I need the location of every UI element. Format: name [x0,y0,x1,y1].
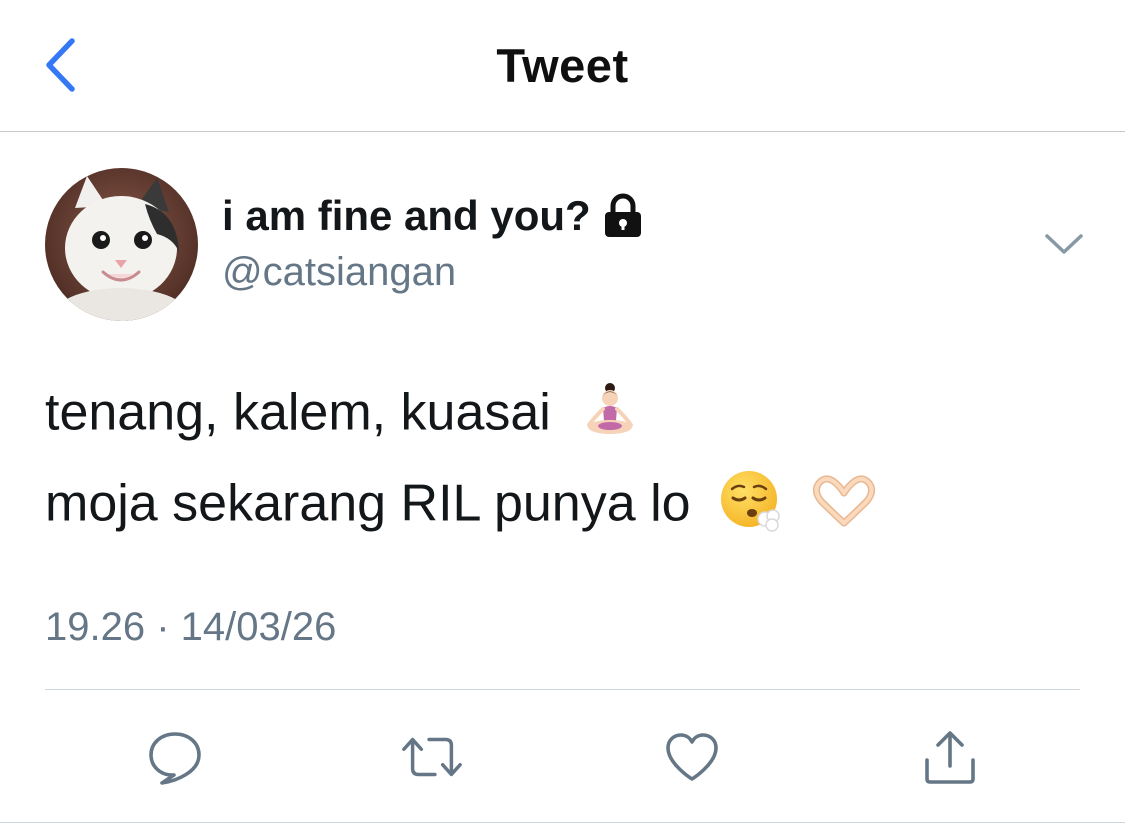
retweet-icon [402,737,462,777]
share-icon [925,731,975,784]
reply-button[interactable] [143,725,207,789]
cat-avatar-image [45,168,198,321]
author-name-row[interactable]: i am fine and you? [222,192,643,240]
retweet-button[interactable] [400,725,464,789]
author-handle[interactable]: @catsiangan [222,250,456,295]
tweet-options-button[interactable] [1040,220,1088,268]
navigation-bar: Tweet [0,0,1125,132]
avatar[interactable] [45,168,198,321]
lock-icon [604,193,641,237]
tweet-line-1-text: tenang, kalem, kuasai [45,383,551,442]
tweet-text-line-2: moja sekarang RIL punya lo [45,471,877,539]
chevron-down-icon [1045,234,1083,254]
share-button[interactable] [918,725,982,789]
like-button[interactable] [660,725,724,789]
face-exhaling-emoji [721,471,780,532]
page-title: Tweet [496,39,629,92]
person-in-lotus-position-emoji [587,383,634,434]
tweet-line-2-text: moja sekarang RIL punya lo [45,474,691,533]
heart-hands-emoji [813,475,876,527]
tweet-text-line-1: tenang, kalem, kuasai [45,383,641,447]
bottom-divider [0,822,1125,823]
reply-icon [149,732,201,785]
heart-icon [666,733,718,781]
tweet-timestamp: 19.26 · 14/03/26 [45,605,337,649]
display-name: i am fine and you? [222,192,591,239]
divider [45,689,1080,690]
